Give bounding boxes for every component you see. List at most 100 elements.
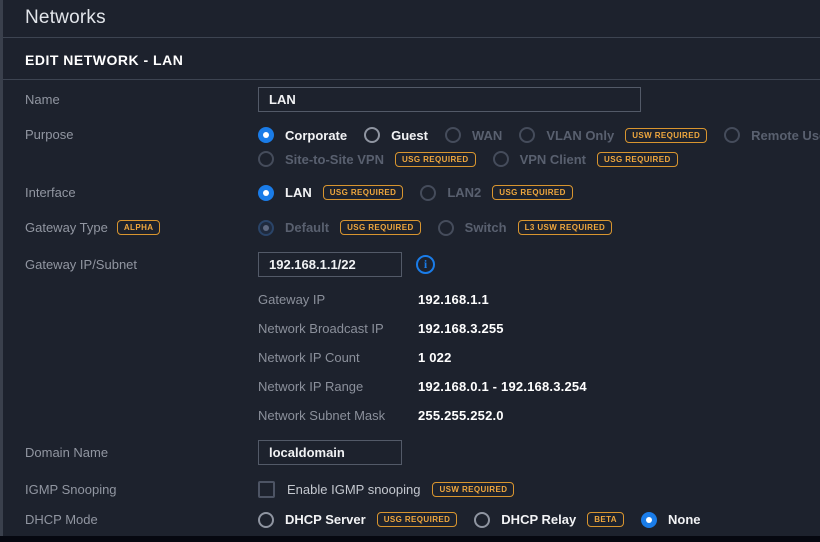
option-label: LAN [285, 185, 312, 200]
option-label: Corporate [285, 128, 347, 143]
networks-page: Networks EDIT NETWORK - LAN Name Purpose… [3, 0, 820, 535]
radio-disabled-icon [438, 220, 454, 236]
info-row-ip-count: Network IP Count 1 022 [258, 343, 820, 372]
badge-alpha: ALPHA [117, 220, 161, 235]
radio-icon [364, 127, 380, 143]
info-label: Gateway IP [258, 292, 418, 307]
option-label: None [668, 512, 701, 527]
domain-name-row: Domain Name [3, 430, 820, 474]
bottom-bar [0, 536, 820, 542]
radio-interface-lan[interactable]: LAN USG REQUIRED [258, 185, 403, 201]
option-label: VLAN Only [546, 128, 614, 143]
igmp-checkbox-option[interactable]: Enable IGMP snooping USW REQUIRED [258, 481, 514, 498]
radio-purpose-vpn-client: VPN Client USG REQUIRED [493, 151, 678, 167]
badge-usg-required: USG REQUIRED [395, 152, 476, 167]
info-value: 192.168.3.255 [418, 321, 504, 336]
gateway-ip-label: Gateway IP/Subnet [3, 257, 258, 272]
info-value: 255.255.252.0 [418, 408, 504, 423]
info-row-broadcast-ip: Network Broadcast IP 192.168.3.255 [258, 314, 820, 343]
radio-purpose-site-to-site-vpn: Site-to-Site VPN USG REQUIRED [258, 151, 476, 167]
domain-name-label: Domain Name [3, 445, 258, 460]
purpose-label: Purpose [3, 123, 258, 147]
option-label: Site-to-Site VPN [285, 152, 384, 167]
page-header: Networks [3, 0, 820, 29]
radio-disabled-icon [493, 151, 509, 167]
badge-usg-required: USG REQUIRED [340, 220, 421, 235]
dhcp-mode-label: DHCP Mode [3, 512, 258, 527]
info-icon[interactable]: i [416, 255, 435, 274]
info-label: Network Subnet Mask [258, 408, 418, 423]
info-value: 192.168.0.1 - 192.168.3.254 [418, 379, 587, 394]
igmp-row: IGMP Snooping Enable IGMP snooping USW R… [3, 474, 820, 504]
radio-selected-icon [258, 185, 274, 201]
checkbox-unchecked-icon [258, 481, 275, 498]
info-label: Network IP Range [258, 379, 418, 394]
radio-gateway-default: Default USG REQUIRED [258, 220, 421, 236]
info-value: 1 022 [418, 350, 452, 365]
gateway-ip-row: Gateway IP/Subnet i [3, 245, 820, 283]
radio-interface-lan2: LAN2 USG REQUIRED [420, 185, 573, 201]
option-label: Guest [391, 128, 428, 143]
igmp-label: IGMP Snooping [3, 482, 258, 497]
badge-usw-required: USW REQUIRED [432, 482, 514, 497]
badge-usg-required: USG REQUIRED [377, 512, 458, 527]
gateway-type-label-text: Gateway Type [25, 220, 108, 235]
page-title: Networks [25, 7, 820, 29]
option-label: DHCP Relay [501, 512, 576, 527]
radio-selected-icon [641, 512, 657, 528]
gateway-type-row: Gateway Type ALPHA Default USG REQUIRED … [3, 210, 820, 245]
domain-name-input[interactable] [258, 440, 402, 465]
option-label: LAN2 [447, 185, 481, 200]
radio-dhcp-relay[interactable]: DHCP Relay BETA [474, 512, 624, 528]
info-row-subnet-mask: Network Subnet Mask 255.255.252.0 [258, 401, 820, 430]
radio-disabled-icon [420, 185, 436, 201]
radio-gateway-switch: Switch L3 USW REQUIRED [438, 220, 613, 236]
name-input[interactable] [258, 87, 641, 112]
radio-dhcp-none[interactable]: None [641, 512, 701, 528]
gateway-ip-input[interactable] [258, 252, 402, 277]
info-row-ip-range: Network IP Range 192.168.0.1 - 192.168.3… [258, 372, 820, 401]
section-header: EDIT NETWORK - LAN [3, 38, 820, 79]
purpose-row: Purpose Corporate Guest WAN VLAN Only [3, 118, 820, 175]
info-value: 192.168.1.1 [418, 292, 489, 307]
checkbox-label: Enable IGMP snooping [287, 482, 420, 497]
name-label: Name [3, 92, 258, 107]
network-info-table: Gateway IP 192.168.1.1 Network Broadcast… [3, 283, 820, 430]
radio-disabled-icon [445, 127, 461, 143]
badge-l3-usw-required: L3 USW REQUIRED [518, 220, 613, 235]
radio-dhcp-server[interactable]: DHCP Server USG REQUIRED [258, 512, 457, 528]
option-label: VPN Client [520, 152, 586, 167]
interface-row: Interface LAN USG REQUIRED LAN2 USG REQU… [3, 175, 820, 210]
info-label: Network IP Count [258, 350, 418, 365]
dhcp-mode-row: DHCP Mode DHCP Server USG REQUIRED DHCP … [3, 504, 820, 535]
info-label: Network Broadcast IP [258, 321, 418, 336]
interface-label: Interface [3, 185, 258, 200]
section-title: EDIT NETWORK - LAN [25, 52, 820, 68]
badge-usw-required: USW REQUIRED [625, 128, 707, 143]
radio-purpose-wan: WAN [445, 127, 502, 143]
radio-disabled-icon [724, 127, 740, 143]
radio-disabled-icon [258, 151, 274, 167]
radio-selected-icon [258, 127, 274, 143]
option-label: Switch [465, 220, 507, 235]
info-row-gateway-ip: Gateway IP 192.168.1.1 [258, 285, 820, 314]
option-label: Default [285, 220, 329, 235]
badge-usg-required: USG REQUIRED [323, 185, 404, 200]
option-label: WAN [472, 128, 502, 143]
radio-purpose-corporate[interactable]: Corporate [258, 127, 347, 143]
radio-disabled-icon [519, 127, 535, 143]
radio-purpose-vlan-only: VLAN Only USW REQUIRED [519, 127, 707, 143]
radio-selected-disabled-icon [258, 220, 274, 236]
option-label: DHCP Server [285, 512, 366, 527]
radio-purpose-remote-user-vpn: Remote User VPN USG REQUIRED [724, 127, 820, 143]
option-label: Remote User VPN [751, 128, 820, 143]
badge-usg-required: USG REQUIRED [492, 185, 573, 200]
name-row: Name [3, 80, 820, 118]
radio-purpose-guest[interactable]: Guest [364, 127, 428, 143]
radio-icon [474, 512, 490, 528]
radio-icon [258, 512, 274, 528]
purpose-options: Corporate Guest WAN VLAN Only USW REQUIR… [258, 123, 820, 171]
badge-beta: BETA [587, 512, 624, 527]
gateway-type-label: Gateway Type ALPHA [3, 220, 258, 235]
badge-usg-required: USG REQUIRED [597, 152, 678, 167]
